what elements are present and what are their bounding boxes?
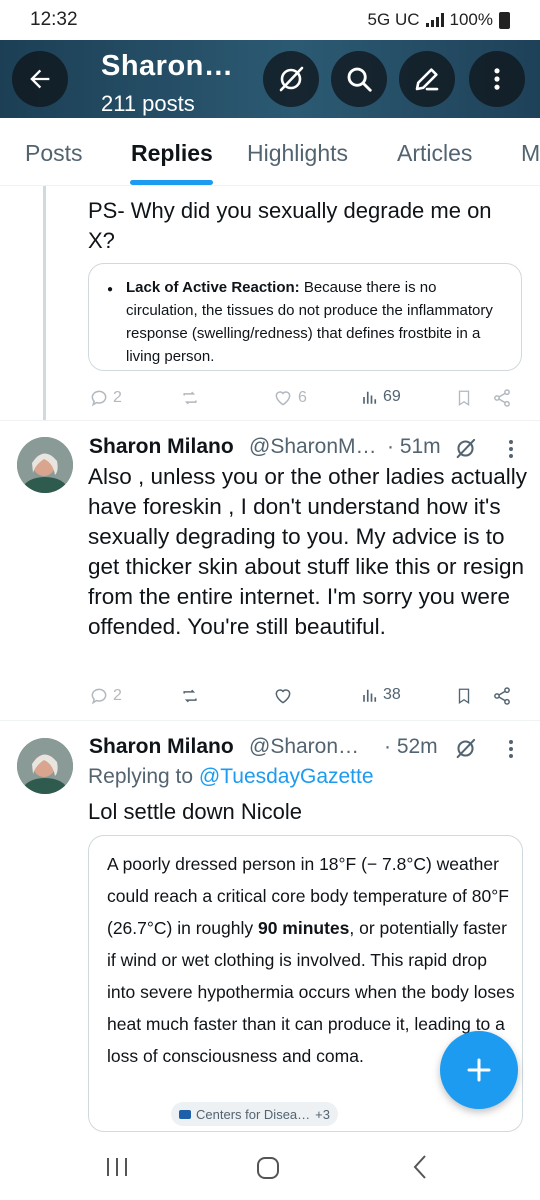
views-icon bbox=[363, 689, 377, 702]
heart-icon bbox=[275, 689, 291, 704]
share-button[interactable] bbox=[492, 388, 512, 408]
search-icon bbox=[347, 67, 372, 92]
repost-button[interactable] bbox=[179, 388, 201, 408]
share-icon bbox=[494, 687, 510, 705]
avatar-image bbox=[17, 437, 73, 493]
back-icon[interactable] bbox=[411, 1154, 429, 1180]
source-chip[interactable]: Centers for Disea… +3 bbox=[171, 1102, 338, 1126]
active-tab-indicator bbox=[130, 180, 213, 185]
reply-count: 2 bbox=[113, 687, 122, 704]
heart-icon bbox=[275, 391, 291, 406]
reply-icon bbox=[91, 688, 107, 705]
compose-button[interactable] bbox=[440, 1031, 518, 1109]
views-count: 69 bbox=[383, 388, 401, 405]
avatar-image bbox=[17, 738, 73, 794]
bookmark-button[interactable] bbox=[455, 388, 473, 408]
back-button[interactable] bbox=[12, 51, 68, 107]
like-button[interactable] bbox=[272, 686, 294, 706]
reply-button[interactable]: 2 bbox=[89, 388, 122, 408]
post-text: Lol settle down Nicole bbox=[88, 799, 303, 824]
post-text: PS- Why did you sexually degrade me on X… bbox=[88, 198, 492, 253]
home-icon[interactable] bbox=[256, 1156, 280, 1180]
profile-name: Sharon… bbox=[101, 50, 234, 82]
tab-media[interactable]: M bbox=[521, 140, 540, 167]
author-name[interactable]: Sharon Milano bbox=[89, 435, 234, 459]
bullet-dot: ● bbox=[107, 284, 114, 295]
author-name[interactable]: Sharon Milano bbox=[89, 735, 234, 759]
card-text: Lack of Active Reaction: Because there i… bbox=[126, 276, 506, 368]
tab-highlights[interactable]: Highlights bbox=[247, 140, 348, 167]
profile-tabs: Posts Replies Highlights Articles M bbox=[0, 118, 540, 186]
repost-icon bbox=[183, 391, 197, 405]
bookmark-button[interactable] bbox=[455, 686, 473, 706]
tab-articles[interactable]: Articles bbox=[397, 140, 472, 167]
replying-to: Replying to @TuesdayGazette bbox=[88, 765, 374, 789]
battery-icon bbox=[499, 11, 510, 29]
status-indicators: 5G UC 100% bbox=[368, 10, 510, 30]
source-logo-icon bbox=[179, 1109, 191, 1119]
grok-icon bbox=[279, 66, 304, 92]
share-icon bbox=[494, 389, 510, 407]
more-options-button[interactable] bbox=[469, 51, 525, 107]
repost-icon bbox=[183, 689, 197, 703]
post-text: Also , unless you or the other ladies ac… bbox=[88, 464, 527, 639]
repost-button[interactable] bbox=[179, 686, 201, 706]
bookmark-icon bbox=[458, 688, 470, 705]
post-divider bbox=[0, 720, 540, 721]
bookmark-icon bbox=[458, 390, 470, 407]
embedded-card[interactable]: ● Lack of Active Reaction: Because there… bbox=[88, 263, 522, 371]
avatar[interactable] bbox=[17, 738, 73, 794]
tab-replies[interactable]: Replies bbox=[131, 140, 213, 167]
author-handle[interactable]: @Sharon… bbox=[249, 735, 359, 759]
recent-apps-icon[interactable] bbox=[105, 1156, 129, 1178]
author-handle[interactable]: @SharonM… bbox=[249, 435, 377, 459]
source-chip-label: Centers for Disea… bbox=[196, 1106, 311, 1122]
back-arrow-icon bbox=[30, 69, 50, 89]
card-bold-text: 90 minutes bbox=[257, 918, 350, 938]
post-count: 211 posts bbox=[101, 91, 195, 116]
grok-icon[interactable] bbox=[453, 736, 478, 761]
views-button[interactable]: 69 bbox=[361, 388, 401, 406]
replying-to-handle[interactable]: @TuesdayGazette bbox=[199, 765, 374, 788]
card-bold-text: Lack of Active Reaction: bbox=[126, 279, 300, 296]
more-icon[interactable] bbox=[509, 740, 513, 761]
like-button[interactable]: 6 bbox=[272, 388, 307, 408]
grok-button[interactable] bbox=[263, 51, 319, 107]
more-vertical-icon bbox=[494, 68, 500, 90]
post-divider bbox=[0, 420, 540, 421]
share-button[interactable] bbox=[492, 686, 512, 706]
views-icon bbox=[363, 391, 377, 404]
status-time: 12:32 bbox=[30, 9, 78, 30]
tab-posts[interactable]: Posts bbox=[25, 140, 83, 167]
status-bar: 12:32 5G UC 100% bbox=[0, 0, 540, 40]
avatar[interactable] bbox=[17, 437, 73, 493]
signal-icon bbox=[425, 13, 444, 27]
views-button[interactable]: 38 bbox=[361, 686, 401, 704]
replying-to-label: Replying to bbox=[88, 765, 194, 788]
edit-button[interactable] bbox=[399, 51, 455, 107]
grok-icon[interactable] bbox=[453, 436, 478, 461]
post-time: · 51m bbox=[387, 435, 441, 458]
profile-header: Sharon… 211 posts bbox=[0, 40, 540, 118]
system-nav-bar bbox=[0, 1134, 540, 1200]
views-count: 38 bbox=[383, 686, 401, 703]
battery-label: 100% bbox=[449, 10, 493, 29]
more-icon[interactable] bbox=[509, 440, 513, 461]
plus-icon bbox=[467, 1058, 491, 1082]
search-button[interactable] bbox=[331, 51, 387, 107]
like-count: 6 bbox=[298, 389, 307, 406]
thread-line bbox=[43, 186, 46, 420]
pencil-icon bbox=[415, 68, 439, 91]
reply-icon bbox=[91, 390, 107, 407]
post-time: · 52m bbox=[384, 735, 438, 758]
reply-count: 2 bbox=[113, 389, 122, 406]
source-chip-count: +3 bbox=[315, 1106, 330, 1122]
reply-button[interactable]: 2 bbox=[89, 686, 122, 706]
network-label: 5G UC bbox=[367, 10, 420, 29]
